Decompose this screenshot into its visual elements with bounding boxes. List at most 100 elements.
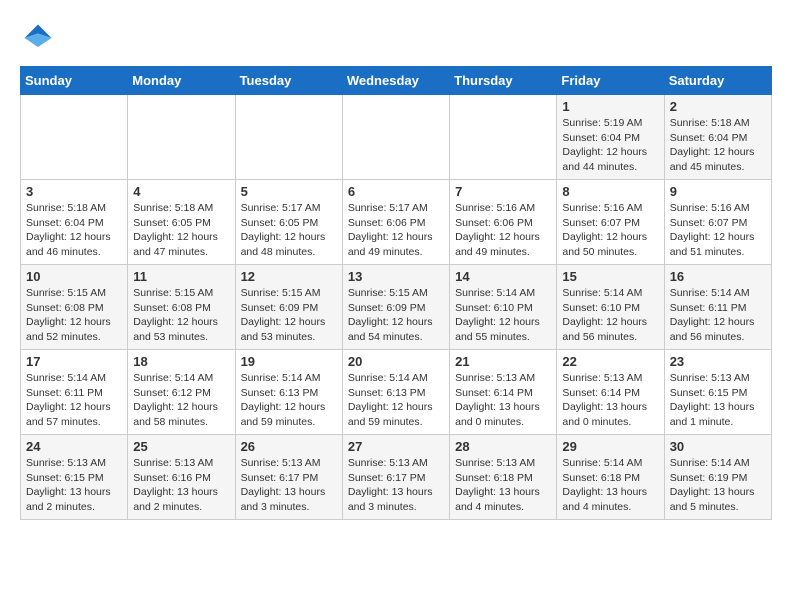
weekday-header-sunday: Sunday bbox=[21, 67, 128, 95]
day-cell: 13 Sunrise: 5:15 AM Sunset: 6:09 PM Dayli… bbox=[342, 265, 449, 350]
day-number: 25 bbox=[133, 439, 229, 454]
day-number: 7 bbox=[455, 184, 551, 199]
day-info: Sunrise: 5:13 AM Sunset: 6:17 PM Dayligh… bbox=[348, 456, 444, 515]
day-info: Sunrise: 5:16 AM Sunset: 6:06 PM Dayligh… bbox=[455, 201, 551, 260]
day-number: 1 bbox=[562, 99, 658, 114]
day-number: 9 bbox=[670, 184, 766, 199]
day-info: Sunrise: 5:14 AM Sunset: 6:10 PM Dayligh… bbox=[562, 286, 658, 345]
weekday-header-friday: Friday bbox=[557, 67, 664, 95]
day-info: Sunrise: 5:16 AM Sunset: 6:07 PM Dayligh… bbox=[562, 201, 658, 260]
day-number: 12 bbox=[241, 269, 337, 284]
day-cell: 1 Sunrise: 5:19 AM Sunset: 6:04 PM Daylig… bbox=[557, 95, 664, 180]
day-info: Sunrise: 5:14 AM Sunset: 6:13 PM Dayligh… bbox=[348, 371, 444, 430]
day-info: Sunrise: 5:13 AM Sunset: 6:16 PM Dayligh… bbox=[133, 456, 229, 515]
day-info: Sunrise: 5:19 AM Sunset: 6:04 PM Dayligh… bbox=[562, 116, 658, 175]
day-number: 29 bbox=[562, 439, 658, 454]
day-number: 10 bbox=[26, 269, 122, 284]
day-cell: 27 Sunrise: 5:13 AM Sunset: 6:17 PM Dayli… bbox=[342, 435, 449, 520]
day-cell: 24 Sunrise: 5:13 AM Sunset: 6:15 PM Dayli… bbox=[21, 435, 128, 520]
day-cell: 19 Sunrise: 5:14 AM Sunset: 6:13 PM Dayli… bbox=[235, 350, 342, 435]
day-cell: 26 Sunrise: 5:13 AM Sunset: 6:17 PM Dayli… bbox=[235, 435, 342, 520]
day-number: 26 bbox=[241, 439, 337, 454]
day-cell bbox=[128, 95, 235, 180]
day-info: Sunrise: 5:14 AM Sunset: 6:10 PM Dayligh… bbox=[455, 286, 551, 345]
day-number: 30 bbox=[670, 439, 766, 454]
day-cell: 6 Sunrise: 5:17 AM Sunset: 6:06 PM Daylig… bbox=[342, 180, 449, 265]
weekday-header-monday: Monday bbox=[128, 67, 235, 95]
day-cell bbox=[235, 95, 342, 180]
day-number: 5 bbox=[241, 184, 337, 199]
day-number: 2 bbox=[670, 99, 766, 114]
weekday-header-saturday: Saturday bbox=[664, 67, 771, 95]
day-number: 15 bbox=[562, 269, 658, 284]
day-cell: 22 Sunrise: 5:13 AM Sunset: 6:14 PM Dayli… bbox=[557, 350, 664, 435]
day-number: 19 bbox=[241, 354, 337, 369]
weekday-header-wednesday: Wednesday bbox=[342, 67, 449, 95]
day-cell: 21Sunrise: 5:13 AM Sunset: 6:14 PM Dayli… bbox=[450, 350, 557, 435]
calendar-table: SundayMondayTuesdayWednesdayThursdayFrid… bbox=[20, 66, 772, 520]
day-cell: 29 Sunrise: 5:14 AM Sunset: 6:18 PM Dayli… bbox=[557, 435, 664, 520]
week-row-5: 24 Sunrise: 5:13 AM Sunset: 6:15 PM Dayli… bbox=[21, 435, 772, 520]
day-cell: 12 Sunrise: 5:15 AM Sunset: 6:09 PM Dayli… bbox=[235, 265, 342, 350]
day-info: Sunrise: 5:13 AM Sunset: 6:18 PM Dayligh… bbox=[455, 456, 551, 515]
header bbox=[20, 20, 772, 56]
day-info: Sunrise: 5:14 AM Sunset: 6:18 PM Dayligh… bbox=[562, 456, 658, 515]
day-cell bbox=[342, 95, 449, 180]
day-info: Sunrise: 5:15 AM Sunset: 6:08 PM Dayligh… bbox=[26, 286, 122, 345]
day-number: 8 bbox=[562, 184, 658, 199]
day-info: Sunrise: 5:13 AM Sunset: 6:15 PM Dayligh… bbox=[670, 371, 766, 430]
day-number: 22 bbox=[562, 354, 658, 369]
day-info: Sunrise: 5:15 AM Sunset: 6:09 PM Dayligh… bbox=[348, 286, 444, 345]
day-info: Sunrise: 5:15 AM Sunset: 6:09 PM Dayligh… bbox=[241, 286, 337, 345]
day-info: Sunrise: 5:18 AM Sunset: 6:04 PM Dayligh… bbox=[26, 201, 122, 260]
day-cell: 9 Sunrise: 5:16 AM Sunset: 6:07 PM Daylig… bbox=[664, 180, 771, 265]
day-cell: 20 Sunrise: 5:14 AM Sunset: 6:13 PM Dayli… bbox=[342, 350, 449, 435]
day-info: Sunrise: 5:16 AM Sunset: 6:07 PM Dayligh… bbox=[670, 201, 766, 260]
day-number: 11 bbox=[133, 269, 229, 284]
day-number: 16 bbox=[670, 269, 766, 284]
day-number: 14 bbox=[455, 269, 551, 284]
day-cell: 25 Sunrise: 5:13 AM Sunset: 6:16 PM Dayli… bbox=[128, 435, 235, 520]
week-row-3: 10 Sunrise: 5:15 AM Sunset: 6:08 PM Dayli… bbox=[21, 265, 772, 350]
day-number: 28 bbox=[455, 439, 551, 454]
day-info: Sunrise: 5:18 AM Sunset: 6:04 PM Dayligh… bbox=[670, 116, 766, 175]
day-info: Sunrise: 5:14 AM Sunset: 6:13 PM Dayligh… bbox=[241, 371, 337, 430]
day-cell: 11 Sunrise: 5:15 AM Sunset: 6:08 PM Dayli… bbox=[128, 265, 235, 350]
day-info: Sunrise: 5:18 AM Sunset: 6:05 PM Dayligh… bbox=[133, 201, 229, 260]
day-cell: 17 Sunrise: 5:14 AM Sunset: 6:11 PM Dayli… bbox=[21, 350, 128, 435]
day-cell: 7 Sunrise: 5:16 AM Sunset: 6:06 PM Daylig… bbox=[450, 180, 557, 265]
day-cell bbox=[450, 95, 557, 180]
week-row-4: 17 Sunrise: 5:14 AM Sunset: 6:11 PM Dayli… bbox=[21, 350, 772, 435]
day-number: 4 bbox=[133, 184, 229, 199]
logo-icon bbox=[20, 20, 56, 56]
day-info: Sunrise: 5:13 AM Sunset: 6:17 PM Dayligh… bbox=[241, 456, 337, 515]
day-number: 13 bbox=[348, 269, 444, 284]
day-cell: 28 Sunrise: 5:13 AM Sunset: 6:18 PM Dayli… bbox=[450, 435, 557, 520]
day-cell: 16 Sunrise: 5:14 AM Sunset: 6:11 PM Dayli… bbox=[664, 265, 771, 350]
weekday-header-tuesday: Tuesday bbox=[235, 67, 342, 95]
day-number: 17 bbox=[26, 354, 122, 369]
weekday-header-thursday: Thursday bbox=[450, 67, 557, 95]
day-cell: 4 Sunrise: 5:18 AM Sunset: 6:05 PM Daylig… bbox=[128, 180, 235, 265]
day-info: Sunrise: 5:13 AM Sunset: 6:15 PM Dayligh… bbox=[26, 456, 122, 515]
week-row-1: 1 Sunrise: 5:19 AM Sunset: 6:04 PM Daylig… bbox=[21, 95, 772, 180]
day-cell: 18Sunrise: 5:14 AM Sunset: 6:12 PM Dayli… bbox=[128, 350, 235, 435]
day-number: 21 bbox=[455, 354, 551, 369]
day-cell bbox=[21, 95, 128, 180]
day-info: Sunrise: 5:13 AM Sunset: 6:14 PM Dayligh… bbox=[562, 371, 658, 430]
weekday-header-row: SundayMondayTuesdayWednesdayThursdayFrid… bbox=[21, 67, 772, 95]
day-cell: 2 Sunrise: 5:18 AM Sunset: 6:04 PM Daylig… bbox=[664, 95, 771, 180]
day-info: Sunrise: 5:17 AM Sunset: 6:05 PM Dayligh… bbox=[241, 201, 337, 260]
day-info: Sunrise: 5:15 AM Sunset: 6:08 PM Dayligh… bbox=[133, 286, 229, 345]
day-info: Sunrise: 5:14 AM Sunset: 6:11 PM Dayligh… bbox=[670, 286, 766, 345]
day-number: 18 bbox=[133, 354, 229, 369]
week-row-2: 3Sunrise: 5:18 AM Sunset: 6:04 PM Daylig… bbox=[21, 180, 772, 265]
day-number: 27 bbox=[348, 439, 444, 454]
day-info: Sunrise: 5:14 AM Sunset: 6:11 PM Dayligh… bbox=[26, 371, 122, 430]
day-info: Sunrise: 5:17 AM Sunset: 6:06 PM Dayligh… bbox=[348, 201, 444, 260]
day-number: 24 bbox=[26, 439, 122, 454]
day-cell: 5 Sunrise: 5:17 AM Sunset: 6:05 PM Daylig… bbox=[235, 180, 342, 265]
day-number: 23 bbox=[670, 354, 766, 369]
day-number: 6 bbox=[348, 184, 444, 199]
day-number: 20 bbox=[348, 354, 444, 369]
